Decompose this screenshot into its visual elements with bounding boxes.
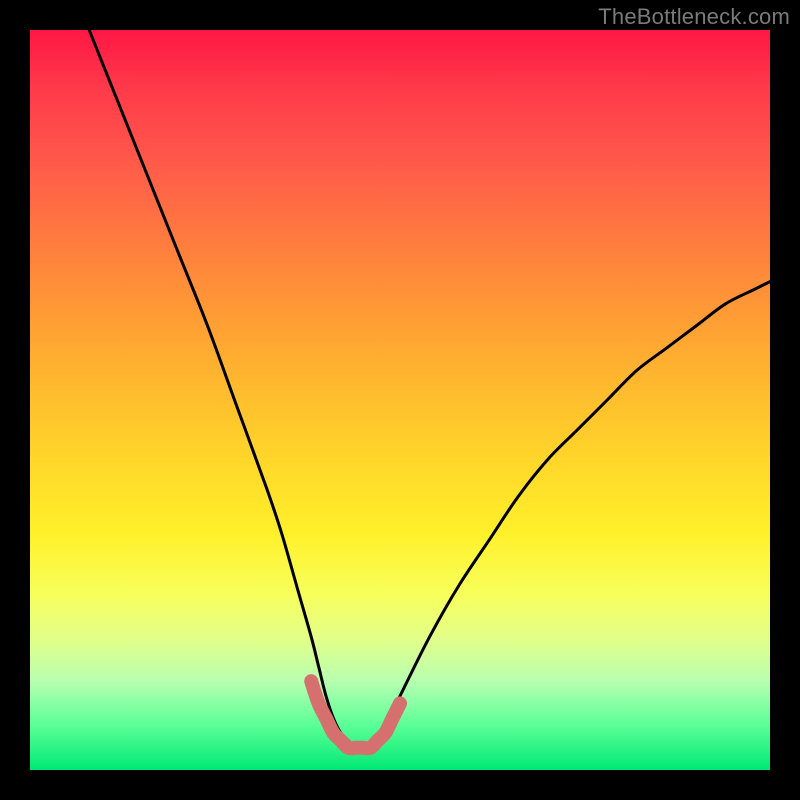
bottleneck-curve — [89, 30, 770, 748]
watermark-text: TheBottleneck.com — [598, 4, 790, 30]
plot-area — [30, 30, 770, 770]
curve-svg — [30, 30, 770, 770]
chart-frame: TheBottleneck.com — [0, 0, 800, 800]
